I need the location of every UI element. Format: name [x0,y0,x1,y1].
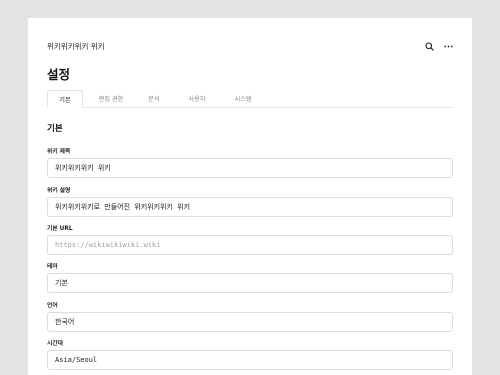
base-url-input[interactable]: https://wikiwikiwiki.wiki [47,235,453,255]
wiki-description-input[interactable]: 위키위키위키로 만들어진 위키위키위키 위키 [47,197,453,217]
page-title: 설정 [47,67,71,82]
more-icon[interactable] [443,41,453,51]
tab-edit-permissions[interactable]: 편집 권한 [89,89,133,107]
wiki-title-field: 위키 제목 위키위키위키 위키 [47,146,453,178]
timezone-field: 시간대 Asia/Seoul [47,338,453,370]
wiki-title-input[interactable]: 위키위키위키 위키 [47,158,453,178]
base-url-field: 기본 URL https://wikiwikiwiki.wiki [47,223,453,255]
tab-users[interactable]: 사용자 [175,89,219,107]
theme-select[interactable]: 기본 [47,273,453,293]
search-icon[interactable] [424,41,434,51]
language-select[interactable]: 한국어 [47,312,453,332]
wiki-name[interactable]: 위키위키위키 위키 [47,41,105,52]
top-bar: 위키위키위키 위키 [47,39,453,53]
settings-tabs: 기본 편집 권한 문서 사용자 시스템 [47,90,453,108]
section-title: 기본 [47,124,63,134]
wiki-title-label: 위키 제목 [47,149,71,155]
tab-system[interactable]: 시스템 [225,89,261,107]
timezone-label: 시간대 [47,341,63,347]
settings-panel: 위키위키위키 위키 설정 기본 편집 권한 문서 사용자 시스템 기본 위키 제… [28,18,472,375]
wiki-description-label: 위키 설명 [47,188,71,194]
base-url-label: 기본 URL [47,226,73,232]
tab-documents[interactable]: 문서 [139,89,169,107]
language-label: 언어 [47,303,58,309]
wiki-description-field: 위키 설명 위키위키위키로 만들어진 위키위키위키 위키 [47,185,453,217]
theme-field: 테마 기본 [47,261,453,293]
top-actions [424,41,453,51]
tab-basic[interactable]: 기본 [47,90,83,108]
theme-label: 테마 [47,264,58,270]
timezone-select[interactable]: Asia/Seoul [47,350,453,370]
language-field: 언어 한국어 [47,300,453,332]
